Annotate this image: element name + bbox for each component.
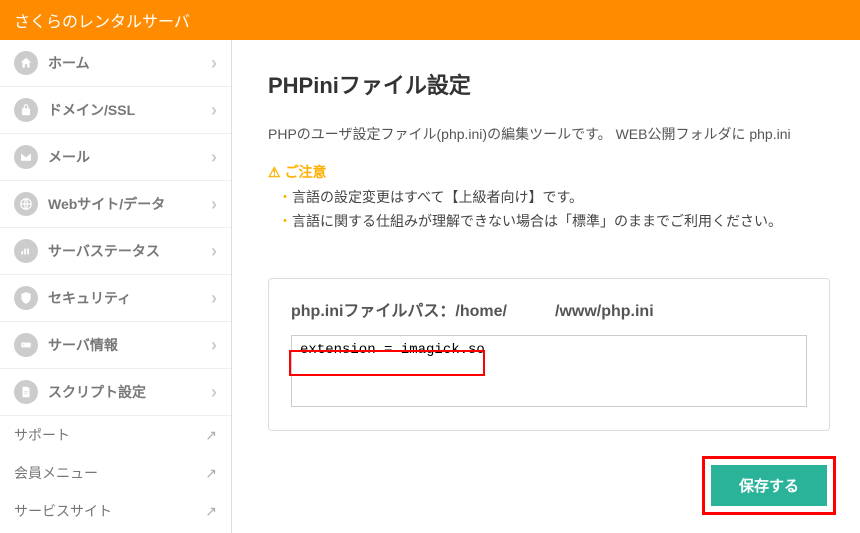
warning-title-text: ご注意	[285, 162, 327, 182]
main-content: PHPiniファイル設定 PHPのユーザ設定ファイル(php.ini)の編集ツー…	[232, 40, 860, 533]
warning-heading: ⚠ ご注意	[268, 162, 830, 182]
chevron-right-icon: ›	[211, 382, 217, 403]
php-ini-editor[interactable]	[291, 335, 807, 407]
sidebar: ホーム › ドメイン/SSL › メール › Webサイト/データ › サーバス…	[0, 40, 232, 533]
page-title: PHPiniファイル設定	[268, 68, 830, 100]
sidebar-link-support[interactable]: サポート ↗	[0, 416, 231, 454]
app-header: さくらのレンタルサーバ	[0, 0, 860, 40]
sidebar-item-domain-ssl[interactable]: ドメイン/SSL ›	[0, 87, 231, 134]
file-editor-panel: php.iniファイルパス：/home/ /www/php.ini	[268, 278, 830, 431]
sidebar-item-security[interactable]: セキュリティ ›	[0, 275, 231, 322]
sidebar-link-member-menu[interactable]: 会員メニュー ↗	[0, 454, 231, 492]
sidebar-link-label: 会員メニュー	[14, 463, 205, 483]
sidebar-item-label: サーバステータス	[48, 241, 211, 261]
shield-icon	[14, 286, 38, 310]
sidebar-item-label: スクリプト設定	[48, 382, 211, 402]
warning-item: 言語に関する仕組みが理解できない場合は「標準」のままでご利用ください。	[278, 210, 830, 234]
chevron-right-icon: ›	[211, 288, 217, 309]
app-title: さくらのレンタルサーバ	[14, 14, 190, 31]
sidebar-item-script-settings[interactable]: スクリプト設定 ›	[0, 369, 231, 416]
sidebar-item-website-data[interactable]: Webサイト/データ ›	[0, 181, 231, 228]
sidebar-item-mail[interactable]: メール ›	[0, 134, 231, 181]
sidebar-item-label: メール	[48, 147, 211, 167]
chevron-right-icon: ›	[211, 241, 217, 262]
external-link-icon: ↗	[205, 465, 217, 482]
sidebar-link-service-site[interactable]: サービスサイト ↗	[0, 492, 231, 530]
sidebar-item-label: ドメイン/SSL	[48, 100, 211, 120]
warning-item: 言語の設定変更はすべて【上級者向け】です。	[278, 186, 830, 210]
sidebar-item-label: サーバ情報	[48, 335, 211, 355]
page-description: PHPのユーザ設定ファイル(php.ini)の編集ツールです。 WEB公開フォル…	[268, 124, 830, 144]
chevron-right-icon: ›	[211, 147, 217, 168]
annotation-highlight-save: 保存する	[702, 456, 836, 515]
sidebar-item-label: Webサイト/データ	[48, 194, 211, 214]
chevron-right-icon: ›	[211, 100, 217, 121]
sidebar-item-server-info[interactable]: サーバ情報 ›	[0, 322, 231, 369]
warning-list: 言語の設定変更はすべて【上級者向け】です。 言語に関する仕組みが理解できない場合…	[278, 186, 830, 234]
server-icon	[14, 333, 38, 357]
external-link-icon: ↗	[205, 503, 217, 520]
chevron-right-icon: ›	[211, 335, 217, 356]
sidebar-link-label: サービスサイト	[14, 501, 205, 521]
lock-icon	[14, 98, 38, 122]
warning-icon: ⚠	[268, 164, 281, 181]
chart-icon	[14, 239, 38, 263]
sidebar-link-label: サポート	[14, 425, 205, 445]
sidebar-item-label: ホーム	[48, 53, 211, 73]
globe-icon	[14, 192, 38, 216]
chevron-right-icon: ›	[211, 53, 217, 74]
file-path-label: php.iniファイルパス：/home/ /www/php.ini	[291, 297, 807, 321]
sidebar-item-home[interactable]: ホーム ›	[0, 40, 231, 87]
chevron-right-icon: ›	[211, 194, 217, 215]
script-icon	[14, 380, 38, 404]
save-button[interactable]: 保存する	[711, 465, 827, 506]
external-link-icon: ↗	[205, 427, 217, 444]
sidebar-item-label: セキュリティ	[48, 288, 211, 308]
home-icon	[14, 51, 38, 75]
mail-icon	[14, 145, 38, 169]
sidebar-item-server-status[interactable]: サーバステータス ›	[0, 228, 231, 275]
